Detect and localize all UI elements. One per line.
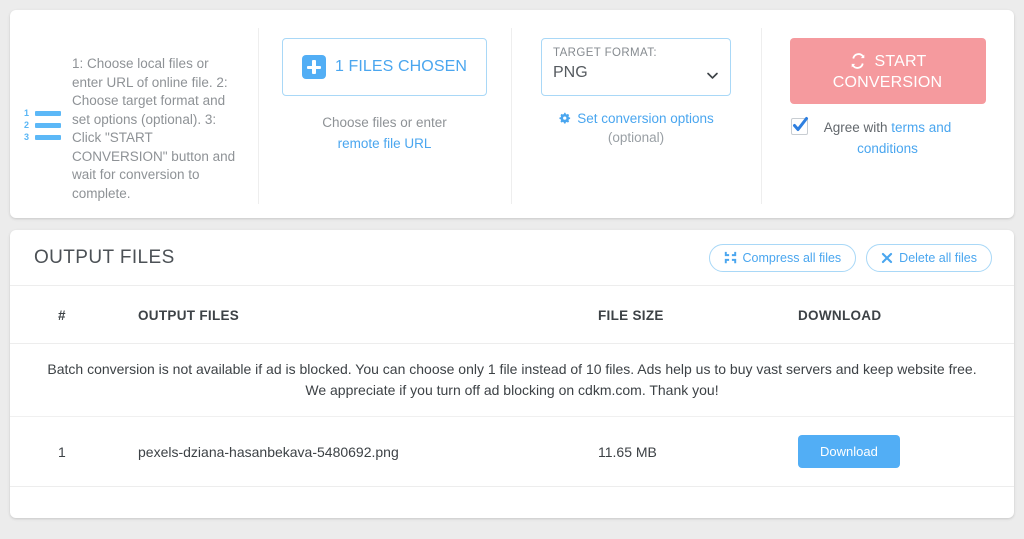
numbered-list-icon: 1 2 3 — [24, 108, 64, 142]
sync-refresh-icon — [851, 53, 864, 69]
instructions-text: 1: Choose local files or enter URL of on… — [72, 56, 236, 201]
table-header-row: # OUTPUT FILES FILE SIZE DOWNLOAD — [10, 286, 1014, 344]
choose-files-panel: 1 FILES CHOSEN Choose files or enter rem… — [258, 10, 511, 218]
start-conversion-panel: START CONVERSION Agree with terms and co… — [761, 10, 1014, 218]
conversion-options-optional-note: (optional) — [607, 130, 665, 145]
choose-files-hint: Choose files or enter remote file URL — [258, 112, 511, 154]
agree-terms-prefix: Agree with — [823, 120, 892, 135]
column-header-file-size: FILE SIZE — [598, 286, 798, 344]
output-files-table: # OUTPUT FILES FILE SIZE DOWNLOAD Batch … — [10, 286, 1014, 487]
ad-block-warning-text: Batch conversion is not available if ad … — [10, 343, 1014, 417]
output-files-table-body: Batch conversion is not available if ad … — [10, 343, 1014, 487]
target-format-label: TARGET FORMAT: — [553, 47, 657, 59]
column-header-download: DOWNLOAD — [798, 286, 1014, 344]
download-button[interactable]: Download — [798, 435, 900, 468]
target-format-select[interactable]: TARGET FORMAT: PNG — [541, 38, 731, 96]
chevron-down-icon — [706, 69, 718, 80]
target-format-value: PNG — [553, 64, 588, 81]
converter-card: 1 2 3 1: Choose local files or enter URL… — [10, 10, 1014, 218]
plus-square-icon — [301, 55, 326, 79]
files-chosen-label: 1 FILES CHOSEN — [334, 58, 468, 75]
choose-files-hint-prefix: Choose files or enter — [322, 115, 447, 130]
compress-icon — [724, 251, 736, 264]
output-files-card: OUTPUT FILES Compress all files Delete a… — [10, 230, 1014, 518]
compress-all-files-label: Compress all files — [742, 250, 842, 265]
agree-terms-row: Agree with terms and conditions — [761, 117, 1014, 159]
output-files-title: OUTPUT FILES — [34, 246, 175, 268]
column-header-output-files: OUTPUT FILES — [128, 286, 598, 344]
delete-all-files-label: Delete all files — [899, 250, 977, 265]
close-x-icon — [882, 252, 893, 263]
table-row: 1 pexels-dziana-hasanbekava-5480692.png … — [10, 416, 1014, 487]
start-conversion-label-1: START — [874, 52, 927, 70]
gear-icon — [559, 112, 571, 124]
set-conversion-options-link[interactable]: Set conversion options — [511, 111, 761, 126]
column-header-index: # — [10, 286, 128, 344]
row-index: 1 — [10, 416, 128, 487]
remote-file-url-link[interactable]: remote file URL — [338, 136, 432, 151]
start-conversion-button[interactable]: START CONVERSION — [789, 38, 986, 104]
output-files-table-head: # OUTPUT FILES FILE SIZE DOWNLOAD — [10, 286, 1014, 344]
instructions-panel: 1 2 3 1: Choose local files or enter URL… — [10, 10, 258, 218]
start-conversion-label-2: CONVERSION — [832, 73, 943, 91]
files-chosen-button[interactable]: 1 FILES CHOSEN — [282, 38, 487, 96]
set-conversion-options-label: Set conversion options — [577, 111, 714, 126]
checkmark-icon — [793, 117, 808, 131]
row-download-cell: Download — [798, 416, 1014, 487]
agree-terms-checkbox[interactable] — [791, 117, 808, 135]
ad-block-warning-row: Batch conversion is not available if ad … — [10, 343, 1014, 417]
row-file-size: 11.65 MB — [598, 416, 798, 487]
delete-all-files-button[interactable]: Delete all files — [866, 243, 992, 272]
output-files-header: OUTPUT FILES Compress all files Delete a… — [10, 230, 1014, 286]
page-root: 1 2 3 1: Choose local files or enter URL… — [0, 0, 1024, 539]
compress-all-files-button[interactable]: Compress all files — [708, 243, 857, 272]
row-file-name: pexels-dziana-hasanbekava-5480692.png — [128, 416, 598, 487]
target-format-panel: TARGET FORMAT: PNG Set conversion option… — [511, 10, 761, 218]
